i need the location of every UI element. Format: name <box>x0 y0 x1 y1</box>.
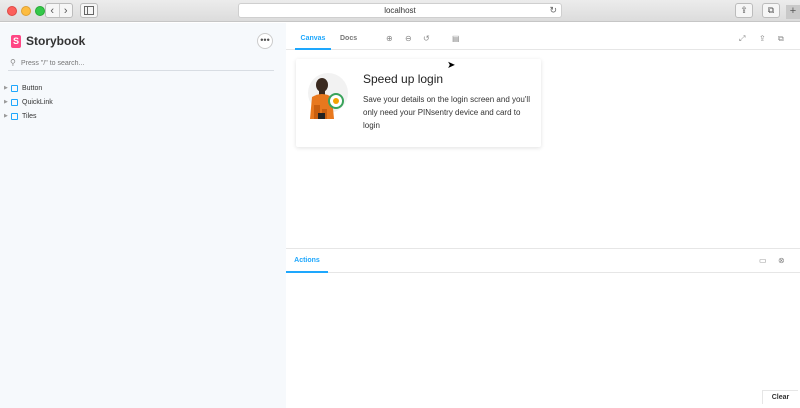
copy-icon[interactable]: ⧉ <box>778 34 784 44</box>
person-illustration <box>308 73 348 119</box>
component-icon <box>11 98 18 106</box>
brand[interactable]: S Storybook <box>11 34 85 48</box>
sidebar-item-label: Tiles <box>22 112 37 120</box>
ellipsis-icon: ••• <box>260 35 270 45</box>
back-button[interactable]: ‹ <box>46 4 59 17</box>
story-tree: ▶ Button ▶ QuickLink ▶ Tiles <box>4 81 53 123</box>
url-text: localhost <box>384 6 416 15</box>
clear-button[interactable]: Clear <box>762 390 798 404</box>
component-icon <box>11 84 18 92</box>
chevron-left-icon: ‹ <box>50 4 55 17</box>
tab-canvas[interactable]: Canvas <box>295 30 331 50</box>
sidebar-icon <box>84 6 94 15</box>
minimize-window-button[interactable] <box>21 6 31 16</box>
sidebar-item-button[interactable]: ▶ Button <box>4 81 53 95</box>
history-nav: ‹ › <box>45 3 73 18</box>
reload-icon[interactable]: ↻ <box>549 4 557 17</box>
component-icon <box>11 112 18 120</box>
card-title: Speed up login <box>363 72 444 86</box>
sidebar-menu-button[interactable]: ••• <box>257 33 273 49</box>
search-box: ⚲ <box>8 57 274 71</box>
share-icon: ⇪ <box>740 5 748 15</box>
tab-actions[interactable]: Actions <box>286 249 328 273</box>
preview-canvas: Speed up login Save your details on the … <box>286 51 800 247</box>
panel-position-icon[interactable]: ▭ <box>759 256 767 265</box>
caret-right-icon: ▶ <box>4 85 8 91</box>
close-panel-icon[interactable]: ⊗ <box>778 256 785 265</box>
show-tabs-button[interactable]: ⧉ <box>762 3 780 18</box>
storybook-logo-icon: S <box>11 34 21 48</box>
storybook-sidebar: S Storybook ••• ⚲ ▶ Button ▶ QuickLink ▶… <box>0 23 286 408</box>
brand-name: Storybook <box>26 34 86 48</box>
share-icon[interactable]: ⇪ <box>759 34 766 43</box>
addons-panel: Actions ▭ ⊗ Clear <box>286 248 800 408</box>
sidebar-toggle-button[interactable] <box>80 3 98 18</box>
plus-icon: + <box>789 5 797 17</box>
tabs-icon: ⧉ <box>767 5 775 15</box>
caret-right-icon: ▶ <box>4 113 8 119</box>
addons-tab-bar: Actions ▭ ⊗ <box>286 249 800 273</box>
card-description: Save your details on the login screen an… <box>363 95 530 130</box>
search-input[interactable] <box>21 57 261 69</box>
tab-docs[interactable]: Docs <box>340 30 357 50</box>
sidebar-item-tiles[interactable]: ▶ Tiles <box>4 109 53 123</box>
fullscreen-icon[interactable]: ⤢ <box>739 34 745 44</box>
quicklink-card[interactable]: Speed up login Save your details on the … <box>296 59 541 147</box>
zoom-in-icon[interactable]: ⊕ <box>386 34 393 43</box>
caret-right-icon: ▶ <box>4 99 8 105</box>
maximize-window-button[interactable] <box>35 6 45 16</box>
sidebar-item-label: Button <box>22 84 43 92</box>
zoom-reset-icon[interactable]: ↺ <box>423 34 430 43</box>
sidebar-item-label: QuickLink <box>22 98 53 106</box>
browser-toolbar: ‹ › localhost ↻ ⇪ ⧉ + <box>0 0 800 22</box>
canvas-toolbar: Canvas Docs ⊕ ⊖ ↺ ▤ ⤢ ⇪ ⧉ <box>286 30 800 50</box>
background-icon[interactable]: ▤ <box>452 34 460 43</box>
share-button[interactable]: ⇪ <box>735 3 753 18</box>
forward-button[interactable]: › <box>58 4 73 17</box>
chevron-right-icon: › <box>63 4 68 17</box>
mouse-cursor-icon: ➤ <box>447 60 456 71</box>
zoom-out-icon[interactable]: ⊖ <box>405 34 412 43</box>
new-tab-button[interactable]: + <box>786 5 800 19</box>
address-bar[interactable]: localhost ↻ <box>238 3 562 18</box>
close-window-button[interactable] <box>7 6 17 16</box>
sidebar-item-quicklink[interactable]: ▶ QuickLink <box>4 95 53 109</box>
search-icon: ⚲ <box>10 58 16 67</box>
